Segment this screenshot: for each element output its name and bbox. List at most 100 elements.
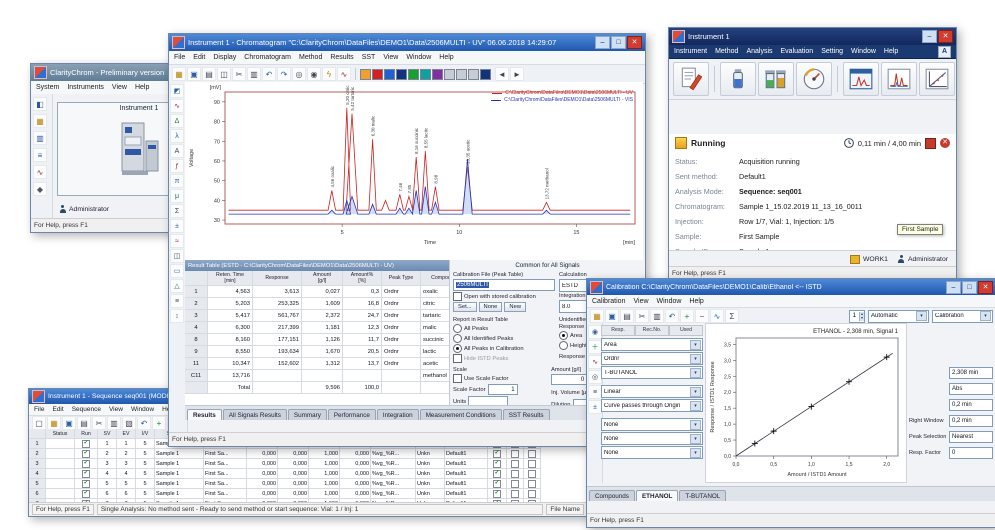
compound-setting-select[interactable]: None▾ <box>601 432 703 445</box>
calibration-chart[interactable]: ETHANOL - 2,308 min, Signal 10,00,51,01,… <box>705 323 907 483</box>
minimize-icon[interactable]: – <box>595 36 610 49</box>
option-checkbox[interactable] <box>528 450 536 458</box>
manual-injection-icon[interactable] <box>720 62 756 96</box>
method-icon[interactable]: ▥ <box>33 131 47 145</box>
annotation-icon[interactable]: A <box>170 144 184 158</box>
radio-all-peaks-in-calibration[interactable] <box>453 344 462 353</box>
sequence-row[interactable]: 5✓555Sample 1First Sa...0,0000,0001,0000… <box>29 479 587 489</box>
run-checkbox[interactable]: ✓ <box>82 460 90 468</box>
overlay-color-5[interactable] <box>408 69 419 80</box>
compound-setting-select[interactable]: Area▾ <box>601 338 703 351</box>
result-table-row[interactable]: 25,203253,3251,60916,8Ordnrcitric <box>185 298 449 310</box>
result-column-header[interactable]: Reten. Time[min] <box>208 271 253 286</box>
sequence-icon[interactable] <box>758 62 794 96</box>
option-checkbox[interactable] <box>528 480 536 488</box>
copy-icon[interactable]: ▥ <box>247 67 261 81</box>
close-icon[interactable]: ✕ <box>938 30 953 43</box>
calibration-file-input[interactable]: 2506MULTI <box>453 279 555 291</box>
overlay-color-1[interactable] <box>360 69 371 80</box>
method-setup-icon[interactable] <box>673 62 709 96</box>
save-icon[interactable]: ▣ <box>62 416 76 430</box>
menu-item-calibration[interactable]: Calibration <box>592 298 625 305</box>
radio-height[interactable] <box>559 341 568 350</box>
tab-all-signals-results[interactable]: All Signals Results <box>223 409 287 420</box>
menu-item-edit[interactable]: Edit <box>52 406 63 413</box>
menu-item-setting[interactable]: Setting <box>821 48 843 55</box>
result-table-row[interactable]: Total9,596100,0 <box>185 382 449 394</box>
compound-number-spinner[interactable]: 1 ▴▾ <box>849 310 865 323</box>
overlay-color-4[interactable] <box>396 69 407 80</box>
recalc-icon[interactable]: Σ <box>725 309 739 323</box>
sequence-column-header[interactable] <box>29 429 46 439</box>
result-table-row[interactable]: 46,300217,3991,18112,3Ordnrmalic <box>185 322 449 334</box>
instrument-icon[interactable]: ◧ <box>33 97 47 111</box>
overlay-color-7[interactable] <box>432 69 443 80</box>
next-signal-icon[interactable]: ► <box>510 67 524 81</box>
run-checkbox[interactable]: ✓ <box>82 470 90 478</box>
option-checkbox[interactable] <box>528 470 536 478</box>
sequence-column-header[interactable]: I/V <box>136 429 155 439</box>
user-name[interactable]: Administrator <box>908 256 948 263</box>
run-checkbox[interactable]: ✓ <box>82 440 90 448</box>
option-checkbox[interactable]: ✓ <box>493 480 501 488</box>
sequence-column-header[interactable]: EV <box>117 429 136 439</box>
tab-summary[interactable]: Summary <box>288 409 327 420</box>
grid-header[interactable]: Resp. <box>601 325 635 336</box>
tab-performance[interactable]: Performance <box>328 409 376 420</box>
exit-icon[interactable]: ◆ <box>33 182 47 196</box>
open-icon[interactable]: ▦ <box>33 114 47 128</box>
open-stored-checkbox[interactable] <box>453 292 462 301</box>
undo-icon[interactable]: ↶ <box>262 67 276 81</box>
sequence-column-header[interactable]: Status <box>46 429 75 439</box>
curve-icon[interactable]: ∿ <box>588 355 602 369</box>
calibration-icon[interactable] <box>919 62 955 96</box>
fit-icon[interactable]: ↕ <box>170 309 184 323</box>
field-peak-selection[interactable]: Nearest <box>949 431 993 443</box>
chromatogram-chart[interactable]: 3040506070809051015[mV]VoltageTime[min]4… <box>185 82 643 260</box>
new-button[interactable]: New <box>504 302 526 312</box>
result-column-header[interactable] <box>185 271 208 286</box>
overlay-icon[interactable]: ◩ <box>170 84 184 98</box>
option-checkbox[interactable]: ✓ <box>493 470 501 478</box>
option-checkbox[interactable]: ✓ <box>493 490 501 498</box>
menu-item-edit[interactable]: Edit <box>193 54 205 61</box>
menu-item-window[interactable]: Window <box>851 48 876 55</box>
smooth-icon[interactable]: ≈ <box>170 234 184 248</box>
menu-item-view[interactable]: View <box>112 84 127 91</box>
overlay-color-10[interactable] <box>468 69 479 80</box>
menu-item-help[interactable]: Help <box>439 54 453 61</box>
menu-item-help[interactable]: Help <box>135 84 149 91</box>
result-column-header[interactable]: Amount%[%] <box>343 271 382 286</box>
field-value[interactable]: 2,308 min <box>949 367 993 379</box>
signal-icon[interactable]: ∿ <box>170 99 184 113</box>
function-icon[interactable]: ƒ <box>170 159 184 173</box>
sum-icon[interactable]: Σ <box>170 204 184 218</box>
compound-setting-select[interactable]: Curve passes through Origin▾ <box>601 399 703 412</box>
tab-t-butanol[interactable]: T-BUTANOL <box>679 490 726 501</box>
sequence-row[interactable]: 6✓665Sample 1First Sa...0,0000,0001,0000… <box>29 489 587 499</box>
result-table[interactable]: Reten. Time[min]ResponseAmount[g/l]Amoun… <box>185 271 450 406</box>
menu-item-window[interactable]: Window <box>657 298 682 305</box>
sequence-row[interactable]: 2✓225Sample 1First Sa...0,0000,0001,0000… <box>29 449 587 459</box>
run-checkbox[interactable]: ✓ <box>82 480 90 488</box>
sequence-row[interactable]: 4✓445Sample 1First Sa...0,0000,0001,0000… <box>29 469 587 479</box>
print-icon[interactable]: ▤ <box>620 309 634 323</box>
run-checkbox[interactable]: ✓ <box>82 450 90 458</box>
overlay-color-9[interactable] <box>456 69 467 80</box>
overlay-color-3[interactable] <box>384 69 395 80</box>
run-checkbox[interactable]: ✓ <box>82 490 90 498</box>
view-mode-select[interactable]: Calibration ▾ <box>932 310 993 323</box>
menu-item-view[interactable]: View <box>383 54 398 61</box>
point-icon[interactable]: ＋ <box>588 340 602 354</box>
title-bar[interactable]: Instrument 1 – ✕ <box>669 28 956 45</box>
open-icon[interactable]: ▦ <box>172 67 186 81</box>
grid-header[interactable]: Used <box>669 325 703 336</box>
print-icon[interactable]: ▤ <box>202 67 216 81</box>
title-bar[interactable]: Calibration C:\ClarityChrom\DataFiles\DE… <box>587 279 995 295</box>
hide-istd-checkbox[interactable] <box>453 354 462 363</box>
menu-item-view[interactable]: View <box>109 406 123 413</box>
compound-icon[interactable]: ◉ <box>588 325 602 339</box>
use-scale-checkbox[interactable] <box>453 374 462 383</box>
tab-compounds[interactable]: Compounds <box>589 490 635 501</box>
overlay-color-6[interactable] <box>420 69 431 80</box>
